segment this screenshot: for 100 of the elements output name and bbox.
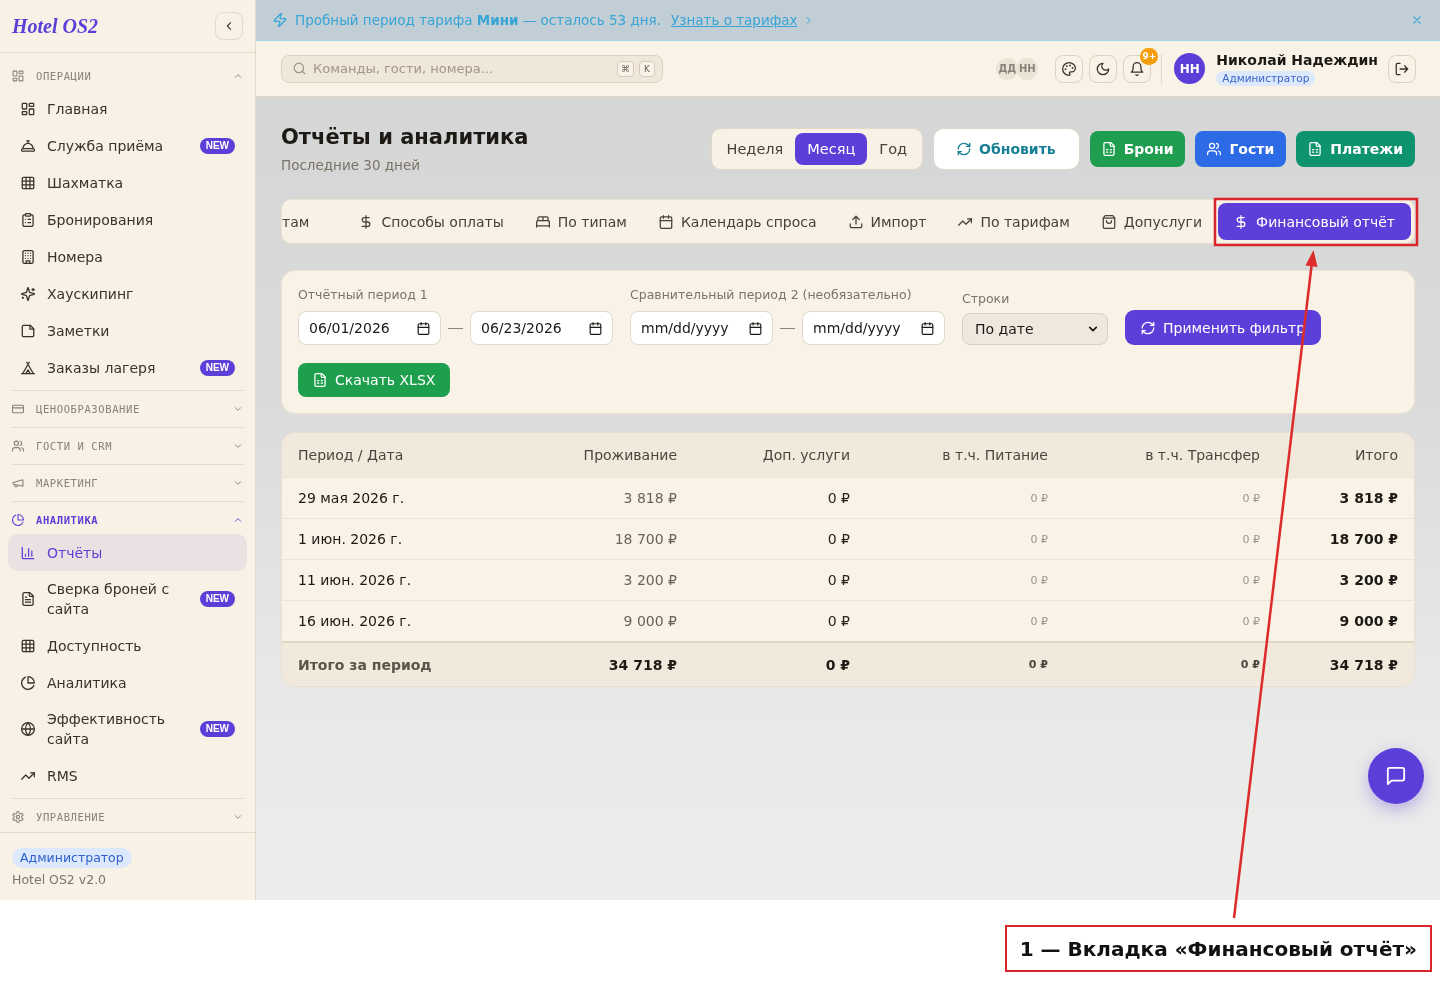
- table-cell-text: 0 ₽: [1241, 532, 1261, 546]
- calendar-icon: [589, 321, 602, 335]
- presence-avatar: ДД: [996, 57, 1019, 80]
- nav-item[interactable]: Отчёты: [8, 534, 247, 571]
- users-icon: [12, 439, 24, 452]
- spreadsheet-icon: [313, 373, 327, 387]
- megaphone-icon: [12, 476, 24, 489]
- nav-item[interactable]: Заказы лагеря NEW: [8, 349, 247, 386]
- users-icon: [1207, 142, 1222, 156]
- grid-icon: [21, 638, 35, 653]
- section-header[interactable]: АНАЛИТИКА: [0, 505, 255, 534]
- field-label: Строки: [962, 291, 1010, 307]
- bar-chart-icon: [21, 545, 35, 560]
- nav-item[interactable]: Номера: [8, 238, 247, 275]
- report-tab[interactable]: Способы оплаты: [343, 203, 520, 240]
- report-tab[interactable]: Допуслуги: [1085, 203, 1219, 240]
- column-header: в т.ч. Трансфер: [1144, 447, 1261, 463]
- refresh-button[interactable]: Обновить: [933, 128, 1080, 170]
- date-field[interactable]: 06/23/2026: [470, 311, 613, 345]
- total-cell-text: 0 ₽: [1027, 658, 1049, 671]
- spreadsheet-icon: [1308, 142, 1323, 156]
- date-field[interactable]: mm/dd/yyyy: [802, 311, 945, 345]
- total-cell-text: 0 ₽: [824, 656, 851, 673]
- report-tab[interactable]: там: [282, 203, 326, 240]
- table-cell-text: 11 июн. 2026 г.: [297, 572, 413, 588]
- table-cell-text: 16 июн. 2026 г.: [297, 613, 413, 629]
- nav-item[interactable]: Сверка броней с сайта NEW: [8, 571, 247, 627]
- table-cell-text: 0 ₽: [826, 490, 851, 506]
- section-header[interactable]: ГОСТИ И CRM: [0, 431, 255, 460]
- action-button[interactable]: Платежи: [1296, 131, 1415, 167]
- section-header[interactable]: ОПЕРАЦИИ: [0, 61, 255, 90]
- dashboard-icon: [21, 101, 35, 116]
- nav-item[interactable]: Служба приёма NEW: [8, 127, 247, 164]
- role-badge: Администратор: [12, 848, 132, 868]
- table-cell-text: 0 ₽: [1029, 614, 1049, 628]
- report-tab[interactable]: Календарь спроса: [642, 203, 833, 240]
- settings-icon: [12, 810, 24, 823]
- report-tab[interactable]: Финансовый отчёт: [1218, 203, 1411, 240]
- action-button[interactable]: Гости: [1195, 131, 1287, 167]
- column-header: Итого: [1353, 447, 1399, 463]
- nav-item[interactable]: Бронирования: [8, 201, 247, 238]
- nav-item[interactable]: Заметки: [8, 312, 247, 349]
- notification-badge: 9+: [1140, 47, 1159, 65]
- user-role-badge: Администратор: [1216, 70, 1316, 86]
- report-tab[interactable]: Импорт: [832, 203, 943, 240]
- spreadsheet-icon: [1101, 142, 1116, 156]
- table-cell-text: 0 ₽: [1241, 573, 1261, 587]
- column-header: Проживание: [582, 447, 678, 463]
- new-badge: NEW: [199, 721, 235, 737]
- logout-button[interactable]: [1388, 54, 1416, 83]
- calendar-icon: [658, 214, 673, 229]
- rows-select[interactable]: По дате: [962, 313, 1108, 345]
- table-cell-text: 0 ₽: [826, 572, 851, 588]
- section-header[interactable]: УПРАВЛЕНИЕ: [0, 802, 255, 831]
- nav-item[interactable]: Главная: [8, 90, 247, 127]
- table-cell-text: 3 200 ₽: [622, 572, 678, 588]
- period-tab[interactable]: Год: [867, 133, 920, 165]
- palette-icon: [1062, 61, 1077, 76]
- clipboard-icon: [21, 212, 35, 227]
- total-cell-text: 34 718 ₽: [607, 656, 678, 673]
- field-label: Отчётный период 1: [298, 287, 428, 303]
- period-tab[interactable]: Месяц: [795, 133, 868, 165]
- shopping-bag-icon: [1101, 214, 1116, 229]
- user-name: Николай Надеждин: [1216, 51, 1378, 68]
- logout-icon: [1395, 61, 1409, 76]
- nav-item[interactable]: Эффективность сайта NEW: [8, 701, 247, 757]
- app-logo: Hotel OS2: [12, 14, 99, 38]
- table-cell-text: 0 ₽: [1029, 573, 1049, 587]
- table-cell-text: 9 000 ₽: [622, 613, 678, 629]
- nav-item[interactable]: RMS: [8, 757, 247, 794]
- tent-icon: [21, 360, 35, 375]
- dark-mode-button[interactable]: [1089, 54, 1118, 83]
- report-tab[interactable]: По типам: [519, 203, 643, 240]
- table-cell-text: 18 700 ₽: [1328, 531, 1399, 547]
- nav-item[interactable]: Шахматка: [8, 164, 247, 201]
- date-field[interactable]: mm/dd/yyyy: [630, 311, 773, 345]
- user-avatar[interactable]: НН: [1174, 53, 1206, 84]
- chat-button[interactable]: [1368, 748, 1424, 804]
- date-field[interactable]: 06/01/2026: [298, 311, 441, 345]
- new-badge: NEW: [199, 137, 235, 154]
- report-tab[interactable]: По тарифам: [942, 203, 1086, 240]
- note-icon: [21, 323, 35, 338]
- pie-chart-icon: [21, 675, 35, 690]
- total-cell-text: 0 ₽: [1239, 658, 1261, 671]
- column-header: в т.ч. Питание: [941, 447, 1049, 463]
- nav-item[interactable]: Аналитика: [8, 664, 247, 701]
- version-text: Hotel OS2 v2.0: [12, 872, 108, 887]
- bell-icon: [1130, 61, 1145, 76]
- grid-icon: [21, 175, 35, 190]
- column-header: Период / Дата: [297, 447, 405, 463]
- search-icon: [293, 62, 306, 75]
- section-header[interactable]: МАРКЕТИНГ: [0, 468, 255, 497]
- nav-item[interactable]: Хаускипинг: [8, 275, 247, 312]
- palette-button[interactable]: [1055, 54, 1084, 83]
- pie-chart-icon: [12, 513, 24, 526]
- period-tab[interactable]: Неделя: [714, 133, 796, 165]
- table-cell-text: 9 000 ₽: [1338, 613, 1399, 629]
- page-title: Отчёты и аналитика: [281, 124, 529, 150]
- calendar-icon: [749, 321, 762, 335]
- nav-item[interactable]: Доступность: [8, 627, 247, 664]
